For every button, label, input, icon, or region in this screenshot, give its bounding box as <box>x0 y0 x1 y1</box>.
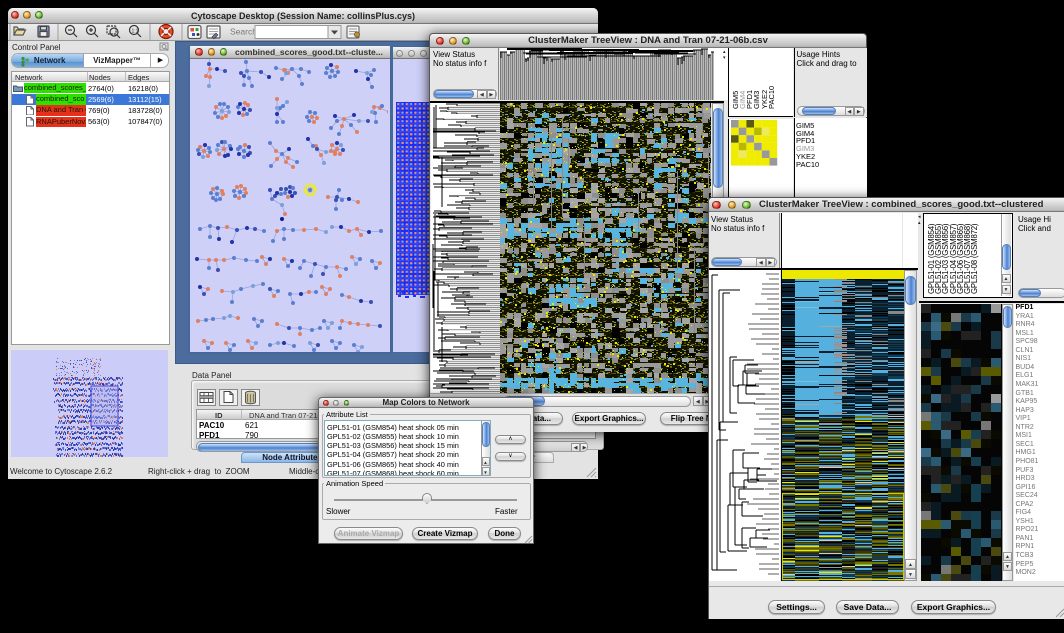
svg-text:1:1: 1:1 <box>132 29 139 35</box>
